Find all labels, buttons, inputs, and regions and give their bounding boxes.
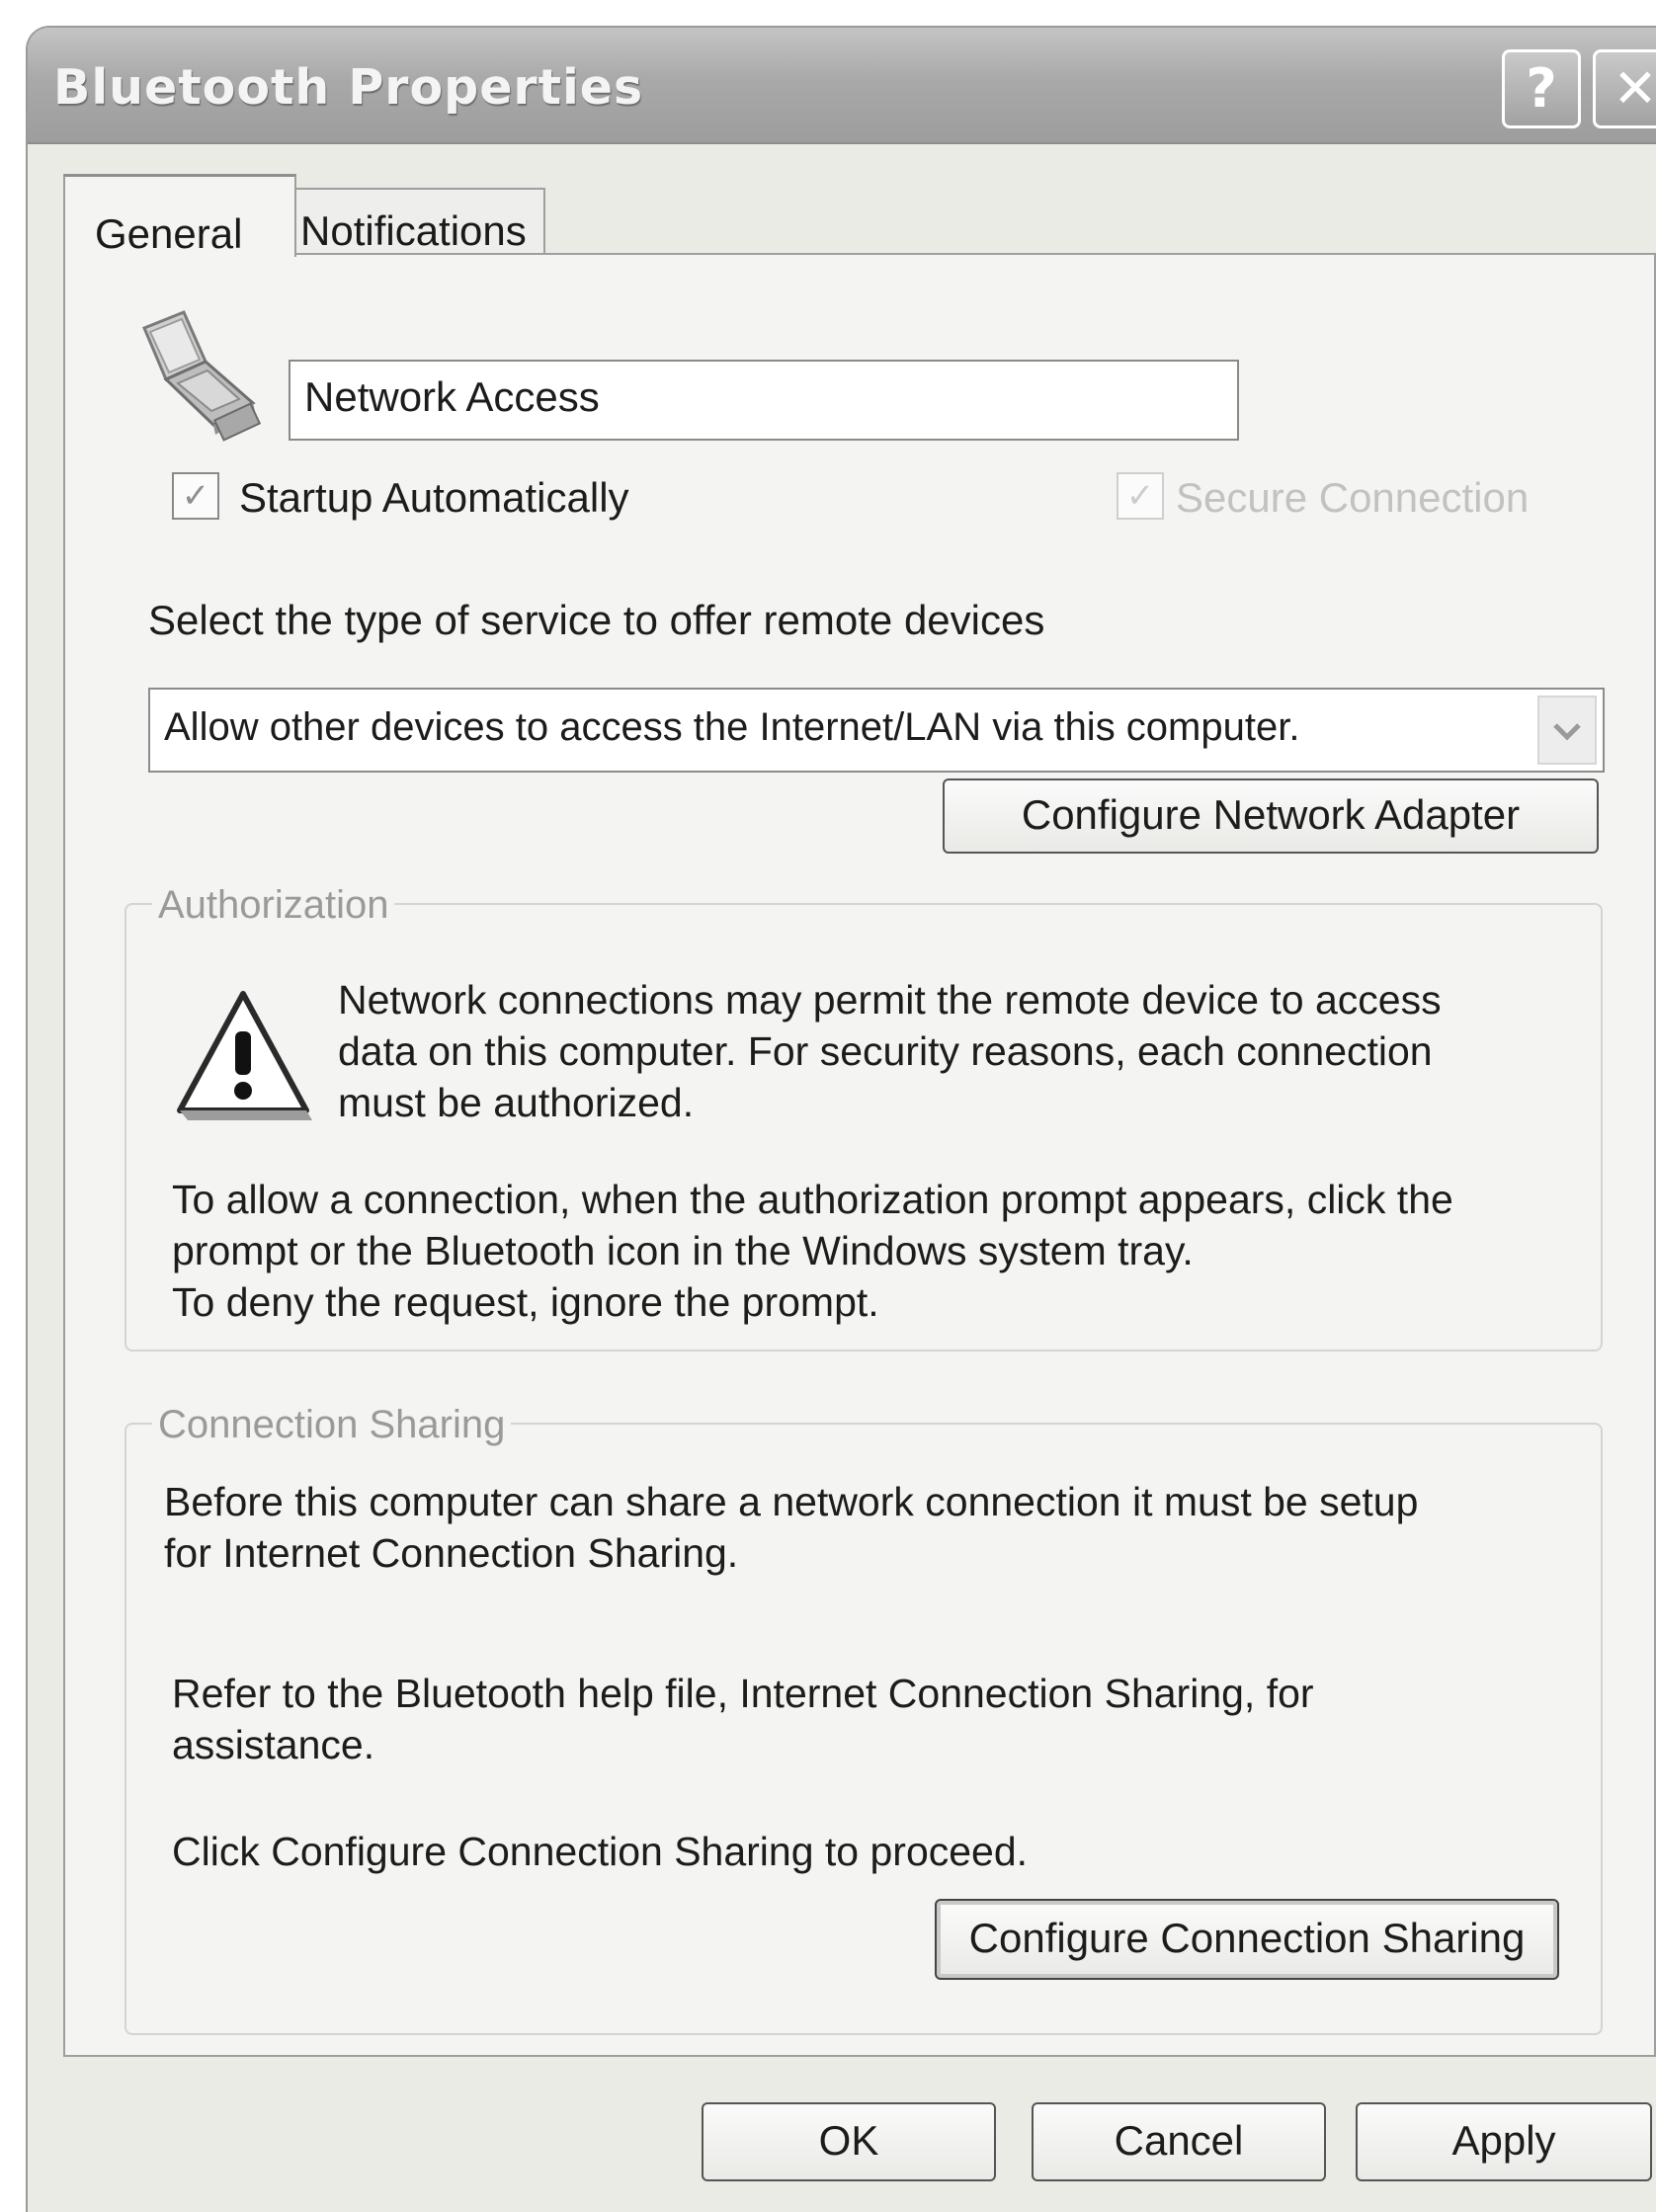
title-bar[interactable]: Bluetooth Properties ? ✕: [28, 28, 1656, 144]
bluetooth-properties-window: Bluetooth Properties ? ✕ Notifications G…: [28, 28, 1656, 2212]
connection-sharing-refer-line-2: assistance.: [172, 1722, 375, 1767]
cancel-button[interactable]: Cancel: [1032, 2102, 1326, 2181]
laptop-device-icon: [142, 310, 262, 442]
authorization-instruction-line-2: prompt or the Bluetooth icon in the Wind…: [172, 1228, 1194, 1273]
configure-network-adapter-label: Configure Network Adapter: [1021, 791, 1521, 838]
configure-connection-sharing-label: Configure Connection Sharing: [968, 1915, 1526, 1961]
authorization-warning-line-2: data on this computer. For security reas…: [338, 1028, 1433, 1074]
ok-label: OK: [818, 2117, 879, 2164]
connection-sharing-intro-line-2: for Internet Connection Sharing.: [164, 1530, 739, 1576]
authorization-instruction-line-3: To deny the request, ignore the prompt.: [172, 1279, 879, 1325]
service-type-value: Allow other devices to access the Intern…: [164, 705, 1300, 749]
tab-notifications-label: Notifications: [300, 207, 527, 254]
configure-network-adapter-button[interactable]: Configure Network Adapter: [943, 778, 1599, 854]
cancel-label: Cancel: [1114, 2117, 1244, 2164]
warning-icon: [177, 991, 312, 1120]
connection-sharing-legend: Connection Sharing: [152, 1403, 512, 1447]
service-name-field[interactable]: Network Access: [289, 360, 1239, 441]
service-type-label: Select the type of service to offer remo…: [148, 597, 1045, 643]
authorization-legend: Authorization: [152, 883, 395, 928]
tab-notifications[interactable]: Notifications: [279, 188, 545, 254]
connection-sharing-refer-line-1: Refer to the Bluetooth help file, Intern…: [172, 1671, 1314, 1716]
service-type-dropdown[interactable]: Allow other devices to access the Intern…: [148, 688, 1605, 773]
window-title: Bluetooth Properties: [53, 59, 644, 116]
authorization-warning-line-1: Network connections may permit the remot…: [338, 977, 1442, 1023]
startup-automatically-checkbox[interactable]: ✓: [172, 472, 219, 520]
apply-button[interactable]: Apply: [1356, 2102, 1652, 2181]
tab-general-label: General: [95, 210, 243, 257]
tab-general[interactable]: General: [63, 174, 296, 257]
secure-connection-checkbox: ✓: [1117, 472, 1164, 520]
dropdown-arrow-button[interactable]: [1537, 696, 1597, 765]
authorization-warning-line-3: must be authorized.: [338, 1080, 695, 1125]
apply-label: Apply: [1451, 2117, 1556, 2164]
authorization-instruction-line-1: To allow a connection, when the authoriz…: [172, 1177, 1453, 1222]
secure-connection-label: Secure Connection: [1176, 474, 1530, 521]
close-button[interactable]: ✕: [1593, 49, 1656, 128]
startup-automatically-label: Startup Automatically: [239, 474, 629, 521]
chevron-down-icon: [1553, 723, 1581, 741]
connection-sharing-proceed-text: Click Configure Connection Sharing to pr…: [172, 1829, 1029, 1874]
help-button[interactable]: ?: [1502, 49, 1581, 128]
configure-connection-sharing-button[interactable]: Configure Connection Sharing: [935, 1899, 1559, 1980]
connection-sharing-intro-line-1: Before this computer can share a network…: [164, 1479, 1419, 1524]
ok-button[interactable]: OK: [702, 2102, 996, 2181]
